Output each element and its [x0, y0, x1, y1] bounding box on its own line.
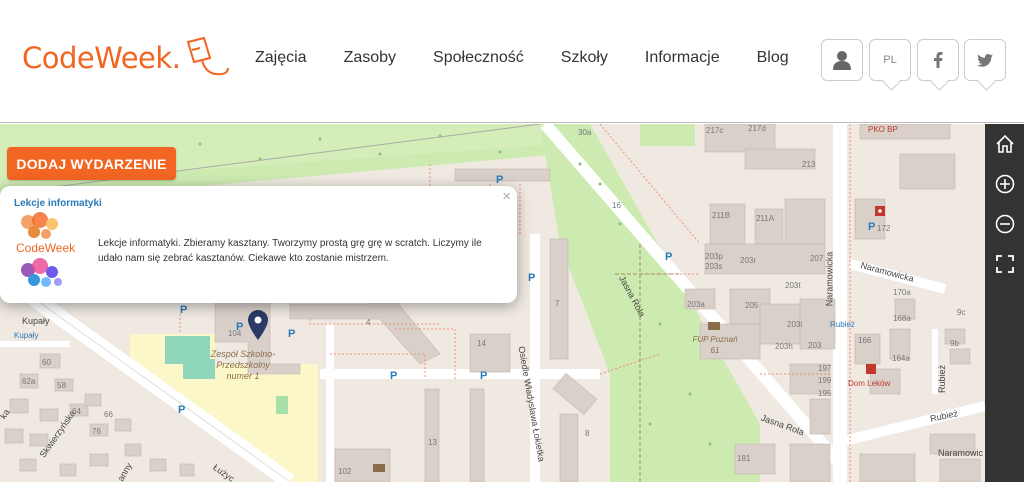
building-number: 203a — [687, 300, 705, 309]
home-button[interactable] — [993, 132, 1017, 156]
parking-icon: P — [528, 272, 536, 284]
bank-label: PKO BP — [868, 125, 898, 134]
fullscreen-icon — [996, 255, 1014, 273]
building-number: 181 — [737, 454, 751, 463]
building-number: 66 — [104, 410, 113, 419]
parking-icon: P — [236, 321, 244, 333]
site-header: CodeWeek. Zajęcia Zasoby Społeczność Szk… — [0, 0, 1024, 123]
building-number: 64 — [72, 407, 81, 416]
building-number: 197 — [818, 364, 832, 373]
building-number: 9c — [957, 308, 966, 317]
language-label: PL — [883, 54, 897, 66]
building-number: 166 — [858, 336, 872, 345]
building-number: 62a — [22, 377, 36, 386]
facebook-icon — [934, 52, 943, 68]
codeweek-event-logo-icon: CodeWeek — [16, 212, 76, 287]
codeweek-logo[interactable]: CodeWeek. — [22, 36, 230, 80]
building-number: 170a — [893, 288, 911, 297]
language-button[interactable]: PL — [869, 39, 911, 81]
event-popup: Lekcje informatyki × CodeWeek Lekcje inf… — [0, 186, 517, 303]
building-number: 213 — [802, 160, 816, 169]
fullscreen-button[interactable] — [993, 252, 1017, 276]
event-description: Lekcje informatyki. Zbieramy kasztany. T… — [98, 238, 482, 264]
logo-text: CodeWeek. — [22, 41, 181, 75]
bus-stop-label: Kupały — [14, 331, 39, 340]
nav-zasoby[interactable]: Zasoby — [344, 49, 396, 67]
parking-icon: P — [496, 174, 504, 186]
post-office-label: FUP Poznań 61 — [692, 335, 738, 355]
school-label: Zespół Szkolno-Przedszkolny numer 1 — [210, 349, 276, 381]
building-number: 4 — [366, 318, 371, 327]
home-icon — [996, 134, 1014, 153]
nav-szkoly[interactable]: Szkoły — [561, 49, 608, 67]
building-number: 217c — [706, 126, 724, 135]
parking-icon: P — [665, 251, 673, 263]
building-number: 16 — [612, 201, 621, 210]
logo-mark-icon — [187, 36, 230, 76]
bus-stop-label: Rubież — [830, 320, 855, 329]
building-number: 203i — [787, 320, 803, 329]
building-number: 199 — [818, 376, 832, 385]
main-nav: Zajęcia Zasoby Społeczność Szkoły Inform… — [255, 49, 826, 67]
building-number: 203s — [705, 262, 723, 271]
nav-informacje[interactable]: Informacje — [645, 49, 720, 67]
facebook-button[interactable] — [917, 39, 959, 81]
building-number: 58 — [57, 381, 66, 390]
user-button[interactable] — [821, 39, 863, 81]
building-number: 211A — [756, 214, 775, 223]
nav-blog[interactable]: Blog — [757, 49, 789, 67]
building-number: 76 — [92, 427, 101, 436]
parking-icon: P — [178, 404, 186, 416]
nav-spolecznosc[interactable]: Społeczność — [433, 49, 524, 67]
pharmacy-label: Dom Leków — [848, 379, 891, 388]
street-label: Naramowicka — [824, 251, 835, 307]
building-number: 30a — [578, 128, 592, 137]
event-logo-text: CodeWeek — [16, 241, 76, 255]
building-number: 203p — [705, 252, 723, 261]
building-number: 172 — [877, 224, 891, 233]
zoom-in-icon — [995, 174, 1015, 194]
building-number: 203 — [808, 341, 822, 350]
building-number: 14 — [477, 339, 486, 348]
building-number: 217d — [748, 124, 766, 133]
twitter-button[interactable] — [964, 39, 1006, 81]
parking-icon: P — [480, 370, 488, 382]
zoom-in-button[interactable] — [993, 172, 1017, 196]
street-label: Rubież — [937, 364, 948, 394]
building-number: 168a — [893, 314, 911, 323]
building-number: 195 — [818, 389, 832, 398]
nav-zajecia[interactable]: Zajęcia — [255, 49, 307, 67]
building-number: 9b — [950, 339, 959, 348]
zoom-out-button[interactable] — [993, 212, 1017, 236]
building-number: 8 — [585, 429, 590, 438]
user-icon — [833, 51, 851, 70]
building-number: 60 — [42, 358, 51, 367]
building-number: 102 — [338, 467, 352, 476]
map-controls — [985, 124, 1024, 482]
twitter-icon — [977, 53, 993, 67]
parking-icon: P — [288, 328, 296, 340]
street-label: Kupały — [22, 316, 50, 326]
building-number: 211B — [712, 211, 731, 220]
zoom-out-icon — [995, 214, 1015, 234]
street-label: Naramowic — [938, 448, 984, 458]
parking-icon: P — [180, 304, 188, 316]
parking-icon: P — [868, 221, 876, 233]
event-title[interactable]: Lekcje informatyki — [14, 198, 102, 209]
add-event-button[interactable]: DODAJ WYDARZENIE — [7, 147, 176, 180]
building-number: 164a — [892, 354, 910, 363]
building-number: 207 — [810, 254, 824, 263]
parking-icon: P — [390, 370, 398, 382]
building-number: 13 — [428, 438, 437, 447]
popup-close-button[interactable]: × — [502, 188, 511, 205]
building-number: 203h — [775, 342, 793, 351]
building-number: 203r — [740, 256, 757, 265]
building-number: 205 — [745, 301, 759, 310]
building-number: 7 — [555, 299, 560, 308]
building-number: 203t — [785, 281, 801, 290]
